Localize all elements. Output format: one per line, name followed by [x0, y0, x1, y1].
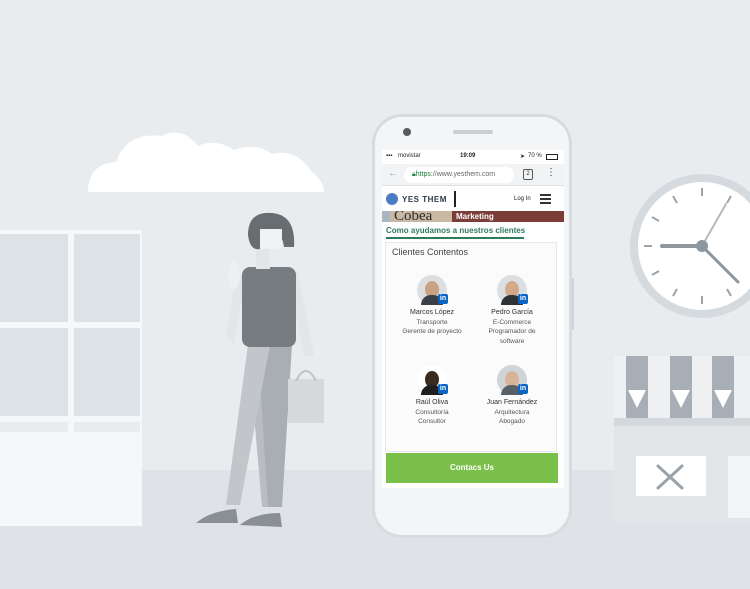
- signal-icon: ▪▪▪: [386, 153, 393, 159]
- tab-count-button[interactable]: 2: [523, 169, 533, 180]
- restaurant-sign-illustration: [614, 356, 750, 522]
- hamburger-menu-icon[interactable]: [540, 194, 551, 204]
- url-host: ://www.yesthem.com: [430, 171, 496, 178]
- client-role: Gerente de proyecto: [402, 328, 462, 335]
- avatar: in: [417, 365, 448, 395]
- browser-menu-icon[interactable]: ⋮: [546, 167, 556, 178]
- client-industry: Arquitectura: [494, 408, 530, 416]
- client-card[interactable]: in Pedro García E-Commerce Programador d…: [472, 275, 552, 346]
- client-role: Programador de: [488, 328, 536, 335]
- logo-icon: [386, 193, 398, 205]
- hero-banner: Cobea Marketing: [382, 211, 564, 222]
- clients-card: Clientes Contentos in Marcos López Trans…: [385, 242, 557, 452]
- site-logo-text[interactable]: YES THEM: [402, 195, 447, 204]
- section-headline: Como ayudamos a nuestros clientes: [386, 226, 526, 235]
- speaker-slot: [453, 130, 493, 134]
- site-header: YES THEM Log In: [382, 187, 564, 211]
- client-role: Abogado: [498, 418, 526, 425]
- client-role: Consultor: [418, 418, 446, 425]
- client-name: Marcos López: [410, 309, 454, 316]
- avatar: in: [497, 365, 528, 395]
- client-role-cont: software: [499, 337, 525, 345]
- camera-dot: [403, 128, 411, 136]
- battery-icon: [546, 154, 558, 160]
- client-card[interactable]: in Juan Fernández Arquitectura Abogado: [472, 365, 552, 427]
- linkedin-icon[interactable]: in: [518, 294, 528, 304]
- carrier-label: movistar: [398, 153, 421, 159]
- clients-title: Clientes Contentos: [392, 247, 469, 257]
- linkedin-icon[interactable]: in: [438, 384, 448, 394]
- client-industry: Transporte: [416, 318, 448, 326]
- banner-tag: Marketing: [452, 211, 564, 222]
- banner-image-left: [382, 211, 390, 222]
- client-card[interactable]: in Marcos López Transporte Gerente de pr…: [392, 275, 472, 337]
- cloud-illustration: [88, 132, 324, 192]
- login-link[interactable]: Log In: [514, 196, 531, 202]
- url-scheme: https: [415, 171, 431, 178]
- client-industry: E-Commerce: [492, 318, 532, 326]
- linkedin-icon[interactable]: in: [438, 294, 448, 304]
- wall-clock-illustration: [630, 174, 750, 318]
- client-name: Juan Fernández: [486, 399, 538, 406]
- back-arrow-icon[interactable]: ←: [388, 168, 398, 179]
- status-bar: ▪▪▪ movistar 19:09 ➤ 70 %: [382, 150, 564, 164]
- phone-screen: ▪▪▪ movistar 19:09 ➤ 70 % ← 🔒︎https://ww…: [382, 150, 564, 488]
- client-name: Raúl Oliva: [415, 399, 449, 406]
- client-name: Pedro García: [491, 309, 533, 316]
- avatar: in: [417, 275, 448, 305]
- avatar: in: [497, 275, 528, 305]
- logo-divider: [454, 191, 456, 207]
- clock-time: 19:09: [460, 153, 476, 159]
- businesswoman-illustration: [196, 212, 324, 527]
- location-icon: ➤: [520, 154, 526, 160]
- linkedin-icon[interactable]: in: [518, 384, 528, 394]
- browser-url-bar: ← 🔒︎https://www.yesthem.com 2 ⋮: [382, 164, 564, 186]
- headline-underline: [386, 237, 524, 239]
- contact-us-button[interactable]: Contacs Us: [386, 453, 558, 483]
- address-field[interactable]: 🔒︎https://www.yesthem.com: [404, 167, 514, 183]
- banner-logo: Cobea: [394, 211, 433, 222]
- battery-percent: 70 %: [528, 153, 542, 159]
- client-card[interactable]: in Raúl Oliva Consultoría Consultor: [392, 365, 472, 427]
- client-industry: Consultoría: [415, 408, 449, 416]
- window-illustration: [0, 230, 142, 526]
